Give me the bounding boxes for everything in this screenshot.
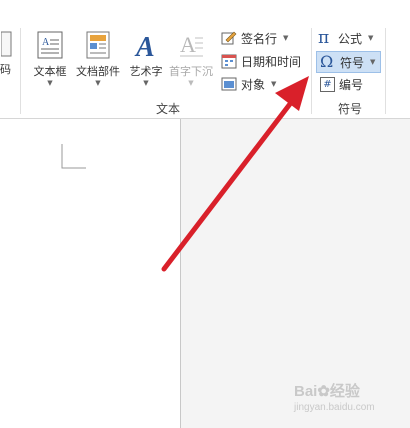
- watermark-brand: Bai: [294, 383, 318, 400]
- watermark-url: jingyan.baidu.com: [294, 402, 375, 413]
- watermark: Bai✿经验 jingyan.baidu.com: [294, 380, 375, 413]
- annotation-arrow: [161, 76, 309, 272]
- paw-icon: ✿: [317, 383, 330, 400]
- watermark-brand-tail: 经验: [329, 383, 360, 400]
